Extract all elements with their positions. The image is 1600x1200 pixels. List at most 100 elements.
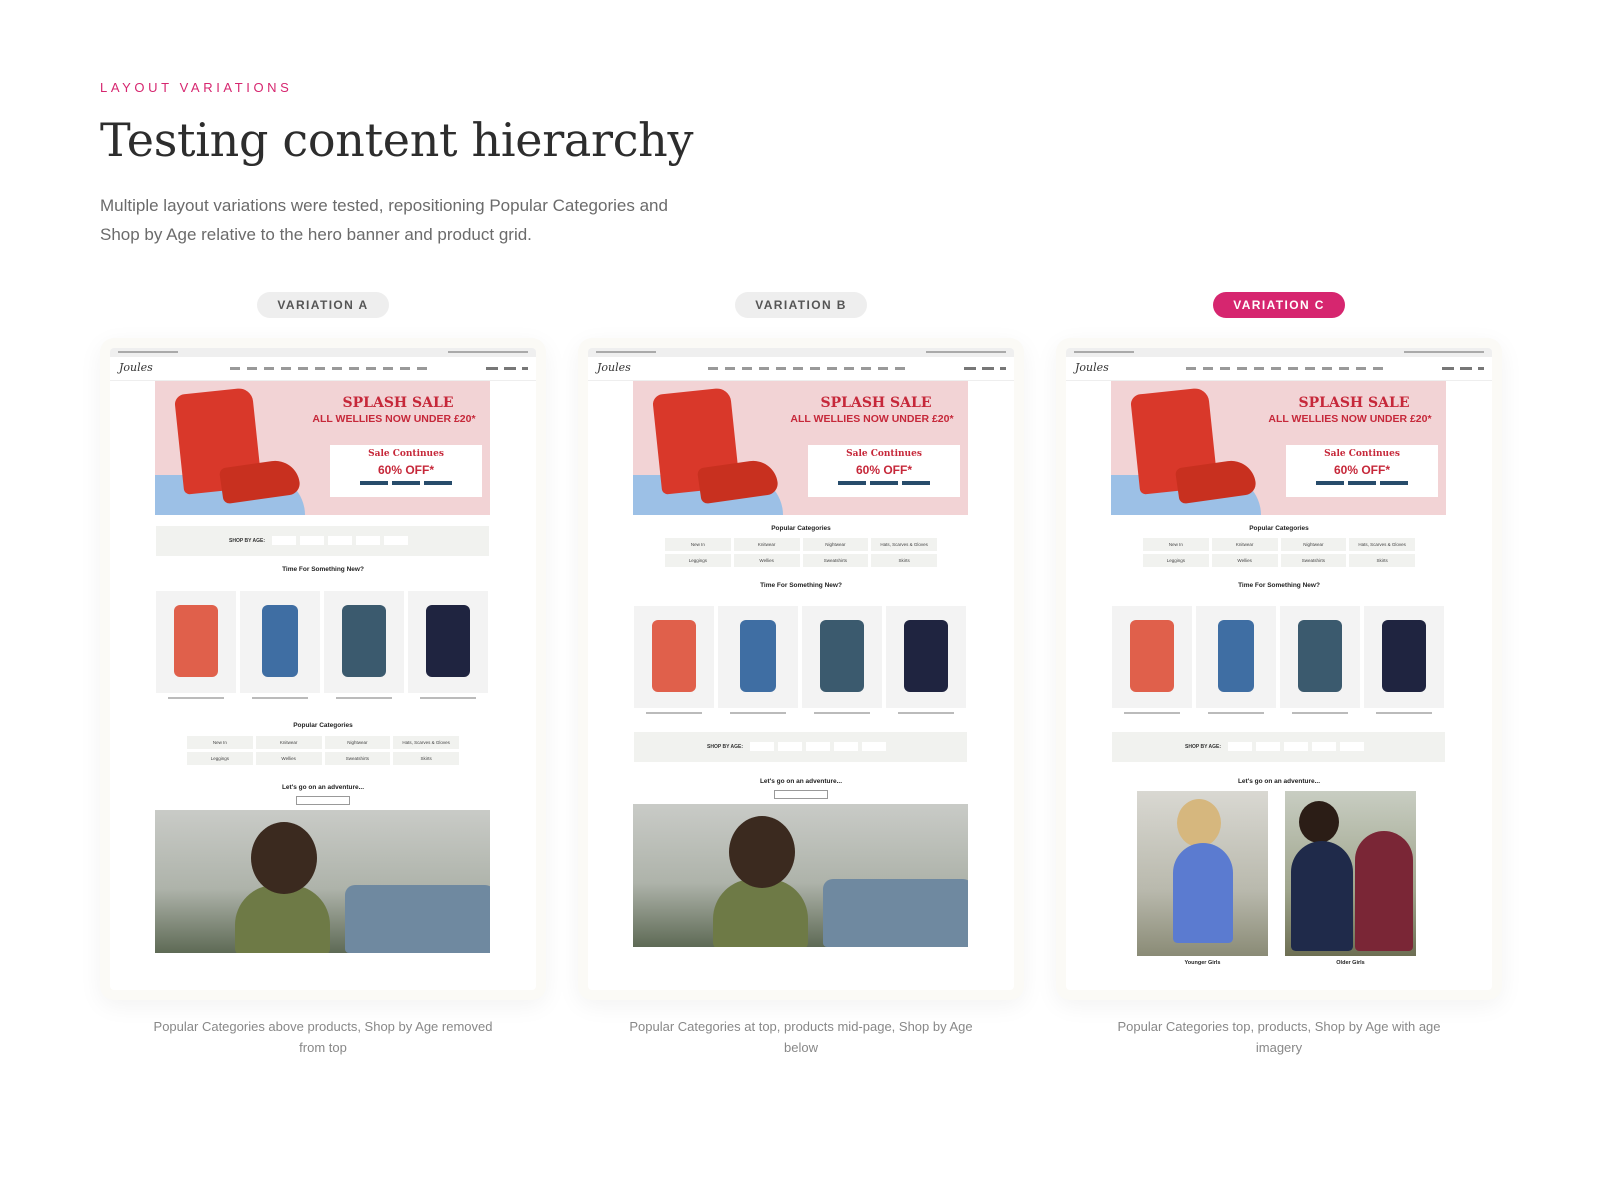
age-chips bbox=[750, 742, 886, 751]
variation-a-label: VARIATION A bbox=[257, 292, 389, 318]
category-chip: Nightwear bbox=[802, 538, 869, 551]
product-label bbox=[1124, 712, 1180, 714]
sale-box-title: Sale Continues bbox=[368, 449, 444, 459]
jeans-image bbox=[1218, 620, 1254, 692]
mock-nav: Joules bbox=[1066, 358, 1492, 381]
child-jacket-shape bbox=[235, 885, 330, 953]
adventure-title: Let's go on an adventure... bbox=[1237, 778, 1321, 785]
striped-top-image bbox=[1130, 620, 1174, 692]
product-tile bbox=[156, 591, 236, 693]
dress-image bbox=[904, 620, 948, 692]
eyebrow-label: LAYOUT VARIATIONS bbox=[100, 80, 293, 95]
product-tile bbox=[1280, 606, 1360, 708]
mock-nav-links bbox=[708, 367, 908, 370]
age-chips bbox=[272, 536, 408, 545]
category-chip: New In bbox=[1143, 538, 1209, 551]
gilet-image bbox=[1298, 620, 1342, 692]
child-jacket-shape bbox=[713, 879, 808, 947]
category-chip: Nightwear bbox=[324, 736, 391, 749]
variation-c-caption: Popular Categories top, products, Shop b… bbox=[1117, 1019, 1441, 1055]
mock-nav-links bbox=[1186, 367, 1386, 370]
mockup-screen: Joules SPLASH SALE ALL WELLIES NOW UNDER… bbox=[110, 348, 536, 990]
mock-nav-right bbox=[486, 367, 528, 370]
variation-a-card: Joules SPLASH SALE ALL WELLIES NOW UNDER… bbox=[100, 338, 546, 1000]
product-label bbox=[252, 697, 308, 699]
product-label bbox=[168, 697, 224, 699]
girl-hair-shape bbox=[1177, 799, 1221, 847]
hero-subtitle: ALL WELLIES NOW UNDER £20* bbox=[1268, 413, 1432, 425]
dress-image bbox=[426, 605, 470, 677]
sale-box-buttons bbox=[360, 481, 452, 485]
product-tile bbox=[718, 606, 798, 708]
product-label bbox=[336, 697, 392, 699]
product-label bbox=[1208, 712, 1264, 714]
category-chip: Knitwear bbox=[1211, 538, 1278, 551]
mock-logo: Joules bbox=[119, 361, 153, 374]
striped-top-image bbox=[174, 605, 218, 677]
shop-by-age-bar: SHOP BY AGE: bbox=[156, 526, 489, 556]
popular-categories-grid: New In Knitwear Nightwear Hats, Scarves … bbox=[187, 736, 459, 765]
hero-title: SPLASH SALE bbox=[1298, 395, 1410, 411]
car-shape bbox=[345, 885, 490, 953]
shop-by-age-label: SHOP BY AGE: bbox=[229, 538, 266, 544]
category-chip: New In bbox=[187, 736, 253, 749]
adventure-photo bbox=[155, 810, 490, 953]
mock-nav-links bbox=[230, 367, 430, 370]
category-chip: Leggings bbox=[665, 554, 731, 567]
variation-a-caption: Popular Categories above products, Shop … bbox=[153, 1019, 493, 1055]
category-chip: Sweatshirts bbox=[802, 554, 869, 567]
category-chip: Leggings bbox=[1143, 554, 1209, 567]
age-chips bbox=[1228, 742, 1364, 751]
mock-topbar bbox=[1066, 348, 1492, 357]
section-header: LAYOUT VARIATIONS Testing content hierar… bbox=[100, 80, 1000, 249]
product-label bbox=[646, 712, 702, 714]
gilet-image bbox=[820, 620, 864, 692]
variation-c-label: VARIATION C bbox=[1213, 292, 1345, 318]
adventure-photo bbox=[633, 804, 968, 947]
hero-title: SPLASH SALE bbox=[342, 395, 454, 411]
category-chip: Leggings bbox=[187, 752, 253, 765]
variation-c: VARIATION C Joules SPLASH SALE ALL WELLI… bbox=[1056, 292, 1502, 1055]
category-chip: Wellies bbox=[255, 752, 322, 765]
shop-by-age-label: SHOP BY AGE: bbox=[707, 744, 744, 750]
product-tile bbox=[634, 606, 714, 708]
jeans-image bbox=[262, 605, 298, 677]
shop-by-age-bar: SHOP BY AGE: bbox=[634, 732, 967, 762]
product-grid bbox=[634, 606, 967, 714]
category-chip: Knitwear bbox=[733, 538, 800, 551]
car-shape bbox=[823, 879, 968, 947]
hero-title: SPLASH SALE bbox=[820, 395, 932, 411]
younger-girls-photo bbox=[1137, 791, 1268, 956]
time-for-something-new-title: Time For Something New? bbox=[1238, 582, 1320, 589]
popular-categories-title: Popular Categories bbox=[1249, 525, 1309, 532]
striped-top-image bbox=[652, 620, 696, 692]
variation-b-card: Joules SPLASH SALE ALL WELLIES NOW UNDER… bbox=[578, 338, 1024, 1000]
popular-categories-title: Popular Categories bbox=[771, 525, 831, 532]
dress-image bbox=[1382, 620, 1426, 692]
sale-box: Sale Continues 60% OFF* bbox=[330, 445, 482, 497]
girl-jacket-shape bbox=[1291, 841, 1353, 951]
mock-nav-right bbox=[964, 367, 1006, 370]
shop-by-age-label: SHOP BY AGE: bbox=[1185, 744, 1222, 750]
shop-by-age-bar: SHOP BY AGE: bbox=[1112, 732, 1445, 762]
variation-b-label: VARIATION B bbox=[735, 292, 867, 318]
product-label bbox=[898, 712, 954, 714]
girl-gilet-shape bbox=[1173, 843, 1233, 943]
time-for-something-new-title: Time For Something New? bbox=[282, 566, 364, 573]
product-label bbox=[730, 712, 786, 714]
product-tile bbox=[802, 606, 882, 708]
girl-hair-shape bbox=[1299, 801, 1339, 843]
child-hair-shape bbox=[729, 816, 795, 888]
mock-hero-banner: SPLASH SALE ALL WELLIES NOW UNDER £20* S… bbox=[1111, 381, 1446, 515]
product-tile bbox=[886, 606, 966, 708]
variation-b: VARIATION B Joules SPLASH SALE ALL WELLI… bbox=[578, 292, 1024, 1055]
mock-hero-banner: SPLASH SALE ALL WELLIES NOW UNDER £20* S… bbox=[633, 381, 968, 515]
category-chip: Hats, Scarves & Gloves bbox=[871, 538, 937, 551]
product-tile bbox=[1364, 606, 1444, 708]
child-hair-shape bbox=[251, 822, 317, 894]
mock-logo: Joules bbox=[597, 361, 631, 374]
parent-shape bbox=[1355, 831, 1413, 951]
variation-a: VARIATION A Joules SPLASH SALE ALL WELLI… bbox=[100, 292, 546, 1055]
category-chip: Sweatshirts bbox=[1280, 554, 1347, 567]
category-chip: Hats, Scarves & Gloves bbox=[393, 736, 459, 749]
